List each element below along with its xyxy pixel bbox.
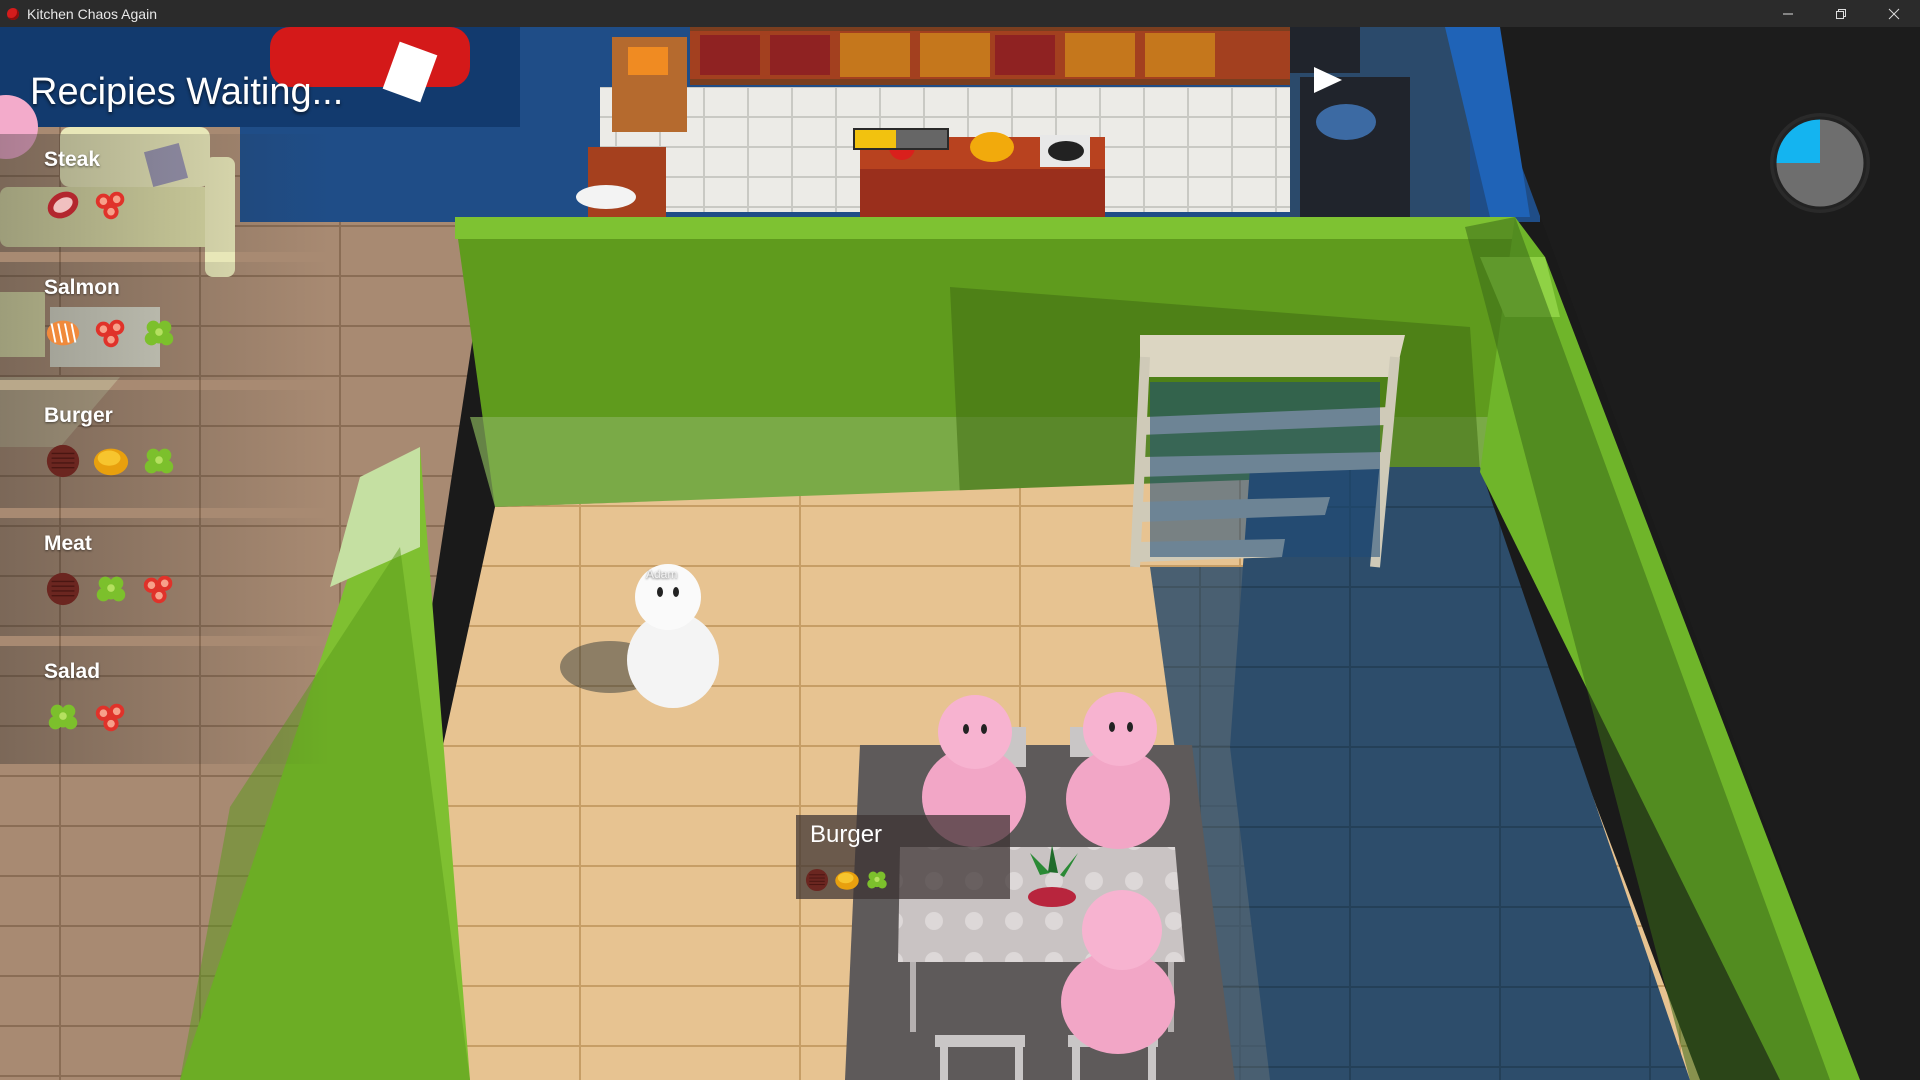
recipe-name: Salmon bbox=[44, 276, 120, 299]
lettuce-icon bbox=[144, 448, 174, 474]
tomato-slice-icon bbox=[95, 319, 125, 348]
ingredient-slot bbox=[92, 314, 130, 352]
play-button[interactable] bbox=[1310, 65, 1346, 95]
lettuce-icon bbox=[867, 871, 887, 889]
patty-icon bbox=[46, 444, 80, 478]
salmon-icon bbox=[46, 320, 80, 346]
ingredient-slot bbox=[44, 186, 82, 224]
ingredient-slot bbox=[92, 570, 130, 608]
order-popup: Burger bbox=[796, 815, 1010, 899]
order-ingredients bbox=[804, 867, 890, 893]
ingredient-slot bbox=[44, 698, 82, 736]
ingredient-slot bbox=[44, 314, 82, 352]
close-icon bbox=[1888, 8, 1899, 19]
recipe-card: Salmon bbox=[0, 262, 330, 380]
tomato-slice-icon bbox=[143, 575, 173, 604]
ingredient-slot bbox=[864, 867, 890, 893]
restore-button[interactable] bbox=[1814, 0, 1867, 27]
ingredient-slot bbox=[44, 570, 82, 608]
window-title: Kitchen Chaos Again bbox=[27, 5, 157, 22]
minimize-button[interactable] bbox=[1761, 0, 1814, 27]
ingredient-slot bbox=[44, 442, 82, 480]
game-scene[interactable]: Recipies Waiting... Steak Salmon Burger Mea… bbox=[0, 27, 1920, 1080]
player-name-label: Adam bbox=[646, 567, 678, 581]
recipe-name: Salad bbox=[44, 660, 101, 683]
steak-icon bbox=[47, 191, 79, 219]
recipe-name: Steak bbox=[44, 148, 101, 171]
lettuce-icon bbox=[144, 320, 174, 346]
recipe-name: Meat bbox=[44, 532, 92, 555]
recipe-name: Burger bbox=[44, 404, 113, 427]
lettuce-icon bbox=[48, 704, 78, 730]
recipe-ingredients bbox=[44, 186, 130, 224]
recipes-waiting-title: Recipies Waiting... bbox=[30, 71, 344, 113]
minimize-icon bbox=[1782, 13, 1793, 14]
ingredient-slot bbox=[804, 867, 830, 893]
bun-icon bbox=[835, 871, 859, 890]
recipe-ingredients bbox=[44, 442, 178, 480]
patty-icon bbox=[46, 572, 80, 606]
recipe-ingredients bbox=[44, 698, 130, 736]
ingredient-slot bbox=[140, 314, 178, 352]
ingredient-slot bbox=[834, 867, 860, 893]
cooking-progress-fill bbox=[855, 130, 897, 148]
title-bar[interactable]: Kitchen Chaos Again bbox=[0, 0, 1920, 27]
tomato-slice-icon bbox=[95, 703, 125, 732]
patty-icon bbox=[805, 868, 829, 892]
tomato-icon bbox=[7, 7, 19, 20]
ingredient-slot bbox=[92, 442, 130, 480]
recipe-ingredients bbox=[44, 570, 178, 608]
round-timer bbox=[1770, 113, 1870, 213]
order-name: Burger bbox=[810, 821, 883, 848]
ingredient-slot bbox=[140, 442, 178, 480]
tomato-slice-icon bbox=[95, 191, 125, 220]
ingredient-slot bbox=[140, 570, 178, 608]
recipe-card: Meat bbox=[0, 518, 330, 636]
recipe-card: Burger bbox=[0, 390, 330, 508]
close-button[interactable] bbox=[1867, 0, 1920, 27]
recipe-card: Steak bbox=[0, 134, 330, 252]
cooking-progress-bar bbox=[853, 128, 949, 150]
recipe-card: Salad bbox=[0, 646, 330, 764]
recipe-ingredients bbox=[44, 314, 178, 352]
bun-icon bbox=[93, 448, 129, 476]
lettuce-icon bbox=[96, 576, 126, 602]
game-window: Kitchen Chaos Again Recipies Waiting... … bbox=[0, 0, 1920, 1080]
ingredient-slot bbox=[92, 698, 130, 736]
play-icon bbox=[1314, 67, 1342, 93]
ingredient-slot bbox=[92, 186, 130, 224]
restore-icon bbox=[1835, 8, 1846, 19]
